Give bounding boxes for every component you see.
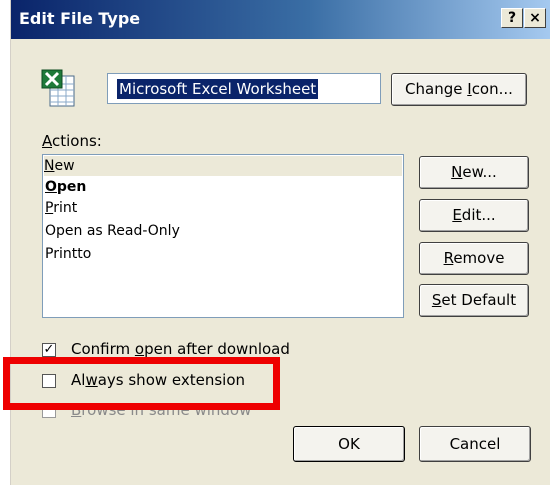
change-icon-button[interactable]: Change Icon... (391, 73, 527, 106)
edit-file-type-dialog: Edit File Type ? × Microsoft Excel Works… (10, 0, 550, 485)
ok-button[interactable]: OK (293, 426, 405, 462)
set-default-button-label: et Default (441, 291, 517, 309)
always-show-ext-label-pre: Al (71, 371, 86, 389)
new-button-key: N (451, 163, 463, 181)
change-icon-label-pre: Change (405, 80, 468, 98)
edit-action-button[interactable]: Edit... (419, 199, 529, 232)
action-item-open[interactable]: Open (45, 177, 86, 197)
browse-label-post: rowse in same window (81, 401, 252, 419)
set-default-button-key: S (431, 291, 442, 309)
cancel-button[interactable]: Cancel (419, 426, 531, 462)
confirm-open-checkbox[interactable]: ✓ (42, 343, 56, 357)
browse-label-key: B (71, 401, 82, 419)
browse-same-window-label[interactable]: Browse in same window (71, 401, 251, 419)
remove-button-label: emove (453, 249, 505, 267)
confirm-open-label-post: pen after download (144, 340, 290, 358)
help-button[interactable]: ? (501, 8, 523, 28)
always-show-extension-checkbox[interactable] (42, 374, 56, 388)
action-item-key: P (45, 200, 54, 216)
excel-worksheet-icon (40, 68, 80, 110)
actions-label-key: A (42, 132, 52, 150)
action-item-open-read-only[interactable]: Open as Read-Only (45, 221, 180, 241)
close-icon: × (529, 10, 541, 26)
actions-label-rest: ctions: (52, 132, 102, 150)
confirm-open-label[interactable]: Confirm open after download (71, 340, 290, 358)
file-type-name-text: Microsoft Excel Worksheet (117, 79, 319, 99)
remove-action-button[interactable]: Remove (419, 242, 529, 275)
confirm-open-label-pre: Confirm (71, 340, 135, 358)
help-icon: ? (507, 10, 517, 26)
change-icon-label-post: con... (471, 80, 513, 98)
action-item-key: O (45, 179, 57, 195)
remove-button-key: R (443, 249, 454, 267)
actions-label: Actions: (42, 132, 102, 150)
always-show-extension-label[interactable]: Always show extension (71, 371, 245, 389)
action-item-label: Open as Read-Only (45, 223, 180, 239)
always-show-ext-label-key: w (85, 371, 98, 389)
action-item-label: pen (56, 179, 87, 195)
new-action-button[interactable]: New... (419, 156, 529, 189)
action-item-label: ew (54, 158, 75, 174)
browse-same-window-checkbox[interactable] (42, 404, 56, 418)
set-default-button[interactable]: Set Default (419, 284, 529, 317)
edit-button-label: dit... (461, 206, 496, 224)
actions-list[interactable]: New Open Print Open as Read-Only Printto (42, 154, 404, 318)
action-item-print[interactable]: Print (45, 198, 77, 218)
action-item-printto[interactable]: Printto (45, 244, 91, 264)
action-item-new[interactable]: New (44, 156, 402, 176)
ok-button-label: OK (338, 435, 360, 453)
checkmark-icon: ✓ (43, 342, 55, 357)
dialog-title: Edit File Type (19, 9, 141, 28)
close-button[interactable]: × (524, 8, 546, 28)
always-show-ext-label-post: ays show extension (97, 371, 246, 389)
action-item-label: Printto (45, 246, 92, 262)
new-button-label: ew... (462, 163, 497, 181)
title-bar: Edit File Type ? × (11, 0, 550, 39)
action-item-label: rint (53, 200, 78, 216)
cancel-button-label: Cancel (449, 435, 501, 453)
edit-button-key: E (452, 206, 462, 224)
action-item-key: N (44, 158, 55, 174)
file-type-name-field[interactable]: Microsoft Excel Worksheet (107, 73, 381, 104)
confirm-open-label-key: o (134, 340, 145, 358)
